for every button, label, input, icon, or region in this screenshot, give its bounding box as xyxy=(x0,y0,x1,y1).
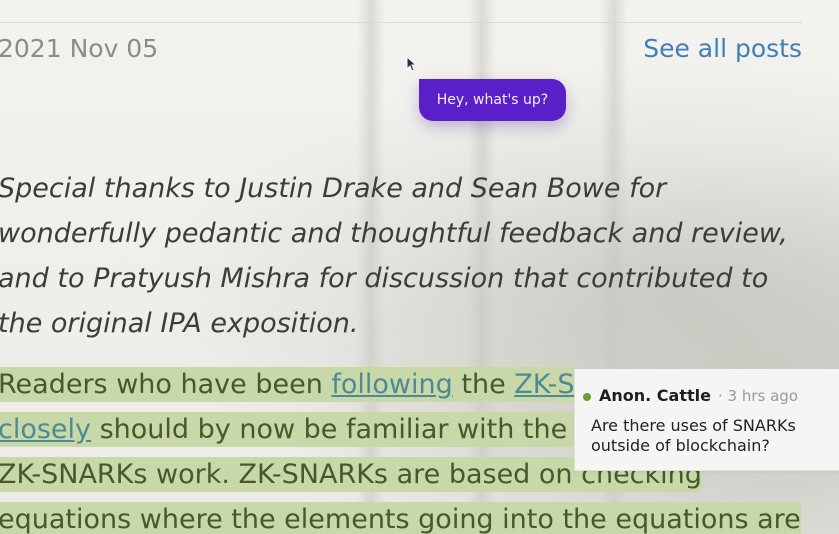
zk-snarks-link[interactable]: ZK-S xyxy=(514,369,574,400)
chat-bubble[interactable]: Hey, what's up? xyxy=(419,79,566,121)
comment-timestamp: · 3 hrs ago xyxy=(718,387,798,405)
comment-author: Anon. Cattle xyxy=(599,386,711,405)
acknowledgements-line: Special thanks to Justin Drake and Sean … xyxy=(0,173,667,204)
header-divider xyxy=(0,22,802,23)
paragraph-text: Readers who have been xyxy=(0,369,332,400)
paragraph-text: equations where the elements going into … xyxy=(0,502,801,534)
closely-link[interactable]: closely xyxy=(0,414,91,445)
mouse-cursor-icon xyxy=(406,56,416,72)
acknowledgements-line: and to Pratyush Mishra for discussion th… xyxy=(0,263,769,294)
see-all-posts-link[interactable]: See all posts xyxy=(643,34,802,63)
paragraph-line: equations where the elements going into … xyxy=(0,497,801,534)
acknowledgements-line: wonderfully pedantic and thoughtful feed… xyxy=(0,218,788,249)
post-date: 2021 Nov 05 xyxy=(0,34,159,63)
following-link[interactable]: following xyxy=(331,369,452,400)
acknowledgements-paragraph: Special thanks to Justin Drake and Sean … xyxy=(0,166,798,346)
paragraph-text: should by now be familiar with the h xyxy=(91,414,593,445)
comment-card[interactable]: Anon. Cattle · 3 hrs ago Are there uses … xyxy=(574,369,839,471)
acknowledgements-line: the original IPA exposition. xyxy=(0,308,359,339)
chat-bubble-text: Hey, what's up? xyxy=(436,92,549,108)
paragraph-text: the xyxy=(452,369,515,400)
online-status-dot xyxy=(583,393,591,401)
comment-message: Are there uses of SNARKs outside of bloc… xyxy=(591,416,796,455)
